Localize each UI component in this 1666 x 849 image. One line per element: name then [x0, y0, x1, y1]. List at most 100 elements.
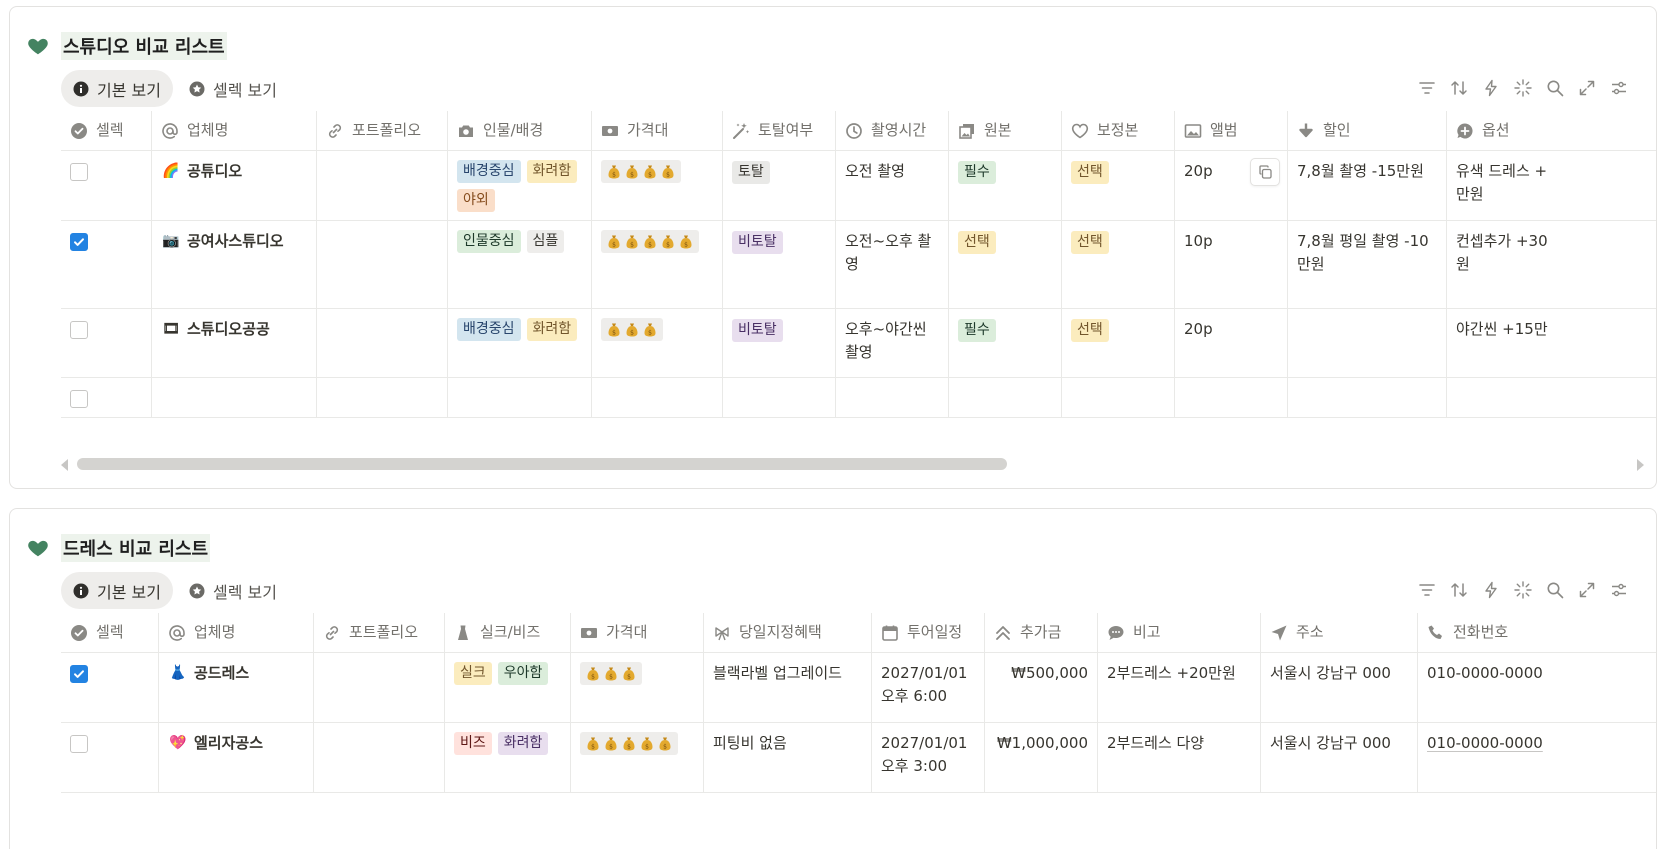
extra-cell[interactable]: ₩500,000 [985, 653, 1098, 722]
name-cell[interactable]: 📷 공여사스튜디오 [152, 221, 317, 308]
scroll-left-arrow-icon[interactable] [61, 459, 68, 471]
column-header-portfolio[interactable]: 포트폴리오 [317, 111, 448, 150]
time-cell[interactable]: 오전 촬영 [836, 151, 949, 220]
discount-cell[interactable]: 7,8월 촬영 -15만원 [1288, 151, 1447, 220]
expand-icon[interactable] [1578, 581, 1596, 599]
album-cell[interactable] [1175, 378, 1288, 417]
column-header-name[interactable]: 업체명 [152, 111, 317, 150]
discount-cell[interactable]: 7,8월 평일 촬영 -10 만원 [1288, 221, 1447, 308]
phone-cell[interactable]: 010-0000-0000 [1418, 653, 1568, 722]
filter-icon[interactable] [1418, 79, 1436, 97]
scroll-right-arrow-icon[interactable] [1637, 459, 1644, 471]
name-cell[interactable]: 💖 엘리자공스 [159, 723, 314, 792]
table-row-empty[interactable] [61, 378, 1656, 418]
time-cell[interactable] [836, 378, 949, 417]
total-cell[interactable]: 비토탈 [723, 221, 836, 308]
tab-select-view[interactable]: 셀렉 보기 [177, 70, 289, 107]
table-row[interactable]: 💖 엘리자공스 비즈 화려함 $ $ $ $ $ 피팅비 없음 2027/01/01 오후 … [61, 723, 1656, 793]
portfolio-cell[interactable] [317, 221, 448, 308]
horizontal-scrollbar[interactable] [61, 457, 1644, 471]
tab-select-view[interactable]: 셀렉 보기 [177, 572, 289, 609]
column-header-time[interactable]: 촬영시간 [836, 111, 949, 150]
column-header-select[interactable]: 셀렉 [61, 111, 152, 150]
extra-cell[interactable]: ₩1,000,000 [985, 723, 1098, 792]
price-cell[interactable]: $ $ $ $ $ [571, 723, 704, 792]
select-checkbox[interactable] [70, 735, 88, 753]
column-header-note[interactable]: 비고 [1098, 613, 1261, 652]
table-row[interactable]: 🎞 스튜디오공공 배경중심 화려함 $ $ $ 비토탈 오후~야간씬 촬영 필수 선택 … [61, 309, 1656, 378]
total-cell[interactable] [723, 378, 836, 417]
sparkle-icon[interactable] [1514, 79, 1532, 97]
lightning-icon[interactable] [1482, 79, 1500, 97]
option-cell[interactable] [1447, 378, 1567, 417]
phone-number[interactable]: 010-0000-0000 [1427, 664, 1543, 682]
name-cell[interactable]: 👗 공드레스 [159, 653, 314, 722]
column-header-address[interactable]: 주소 [1261, 613, 1418, 652]
scrollbar-thumb[interactable] [77, 458, 1007, 470]
filter-icon[interactable] [1418, 581, 1436, 599]
select-checkbox-checked[interactable] [70, 665, 88, 683]
option-cell[interactable]: 야간씬 +15만 [1447, 309, 1567, 377]
price-cell[interactable]: $ $ $ $ $ [592, 221, 723, 308]
column-header-total[interactable]: 토탈여부 [723, 111, 836, 150]
benefit-cell[interactable]: 피팅비 없음 [704, 723, 872, 792]
portfolio-cell[interactable] [317, 309, 448, 377]
portfolio-cell[interactable] [317, 151, 448, 220]
select-checkbox[interactable] [70, 321, 88, 339]
expand-icon[interactable] [1578, 79, 1596, 97]
original-cell[interactable]: 필수 [949, 309, 1062, 377]
discount-cell[interactable] [1288, 309, 1447, 377]
tab-default-view[interactable]: 기본 보기 [61, 70, 173, 107]
sort-icon[interactable] [1450, 79, 1468, 97]
column-header-name[interactable]: 업체명 [159, 613, 314, 652]
note-cell[interactable]: 2부드레스 다양 [1098, 723, 1261, 792]
name-cell[interactable]: 🌈 공튜디오 [152, 151, 317, 220]
original-cell[interactable] [949, 378, 1062, 417]
column-header-option[interactable]: 옵션 [1447, 111, 1567, 150]
sparkle-icon[interactable] [1514, 581, 1532, 599]
retouched-cell[interactable]: 선택 [1062, 221, 1175, 308]
table-row[interactable]: 👗 공드레스 실크 우아함 $ $ $ 블랙라벨 업그레이드 2027/01/01 오후… [61, 653, 1656, 723]
album-cell[interactable]: 10p [1175, 221, 1288, 308]
select-checkbox[interactable] [70, 390, 88, 408]
column-header-benefit[interactable]: 당일지정혜택 [704, 613, 872, 652]
phone-cell[interactable]: 010-0000-0000 [1418, 723, 1568, 792]
retouched-cell[interactable]: 선택 [1062, 151, 1175, 220]
retouched-cell[interactable] [1062, 378, 1175, 417]
original-cell[interactable]: 필수 [949, 151, 1062, 220]
portfolio-cell[interactable] [314, 653, 445, 722]
price-cell[interactable]: $ $ $ [571, 653, 704, 722]
retouched-cell[interactable]: 선택 [1062, 309, 1175, 377]
name-cell[interactable]: 🎞 스튜디오공공 [152, 309, 317, 377]
name-cell[interactable] [152, 378, 317, 417]
search-icon[interactable] [1546, 79, 1564, 97]
column-header-price[interactable]: 가격대 [571, 613, 704, 652]
copy-button[interactable] [1250, 158, 1280, 186]
page-title[interactable]: 스튜디오 비교 리스트 [61, 32, 227, 60]
vendor-name[interactable]: 엘리자공스 [194, 732, 263, 755]
column-header-portfolio[interactable]: 포트폴리오 [314, 613, 445, 652]
portfolio-cell[interactable] [314, 723, 445, 792]
price-cell[interactable] [592, 378, 723, 417]
vendor-name[interactable]: 공여사스튜디오 [187, 230, 284, 253]
portfolio-cell[interactable] [317, 378, 448, 417]
time-cell[interactable]: 오전~오후 촬 영 [836, 221, 949, 308]
style-cell[interactable]: 인물중심 심플 [448, 221, 592, 308]
phone-number[interactable]: 010-0000-0000 [1427, 734, 1543, 752]
column-header-tour[interactable]: 투어일정 [872, 613, 985, 652]
tab-default-view[interactable]: 기본 보기 [61, 572, 173, 609]
column-header-retouched[interactable]: 보정본 [1062, 111, 1175, 150]
search-icon[interactable] [1546, 581, 1564, 599]
column-header-style[interactable]: 인물/배경 [448, 111, 592, 150]
column-header-original[interactable]: 원본 [949, 111, 1062, 150]
table-row[interactable]: 📷 공여사스튜디오 인물중심 심플 $ $ $ $ $ 비토탈 오전~오후 촬 영 선택 선… [61, 221, 1656, 309]
total-cell[interactable]: 비토탈 [723, 309, 836, 377]
price-cell[interactable]: $ $ $ $ [592, 151, 723, 220]
column-header-price[interactable]: 가격대 [592, 111, 723, 150]
vendor-name[interactable]: 스튜디오공공 [187, 318, 270, 341]
address-cell[interactable]: 서울시 강남구 000 [1261, 723, 1418, 792]
page-title[interactable]: 드레스 비교 리스트 [61, 534, 211, 562]
column-header-phone[interactable]: 전화번호 [1418, 613, 1568, 652]
select-checkbox-checked[interactable] [70, 233, 88, 251]
style-cell[interactable]: 배경중심 화려함 야외 [448, 151, 592, 220]
